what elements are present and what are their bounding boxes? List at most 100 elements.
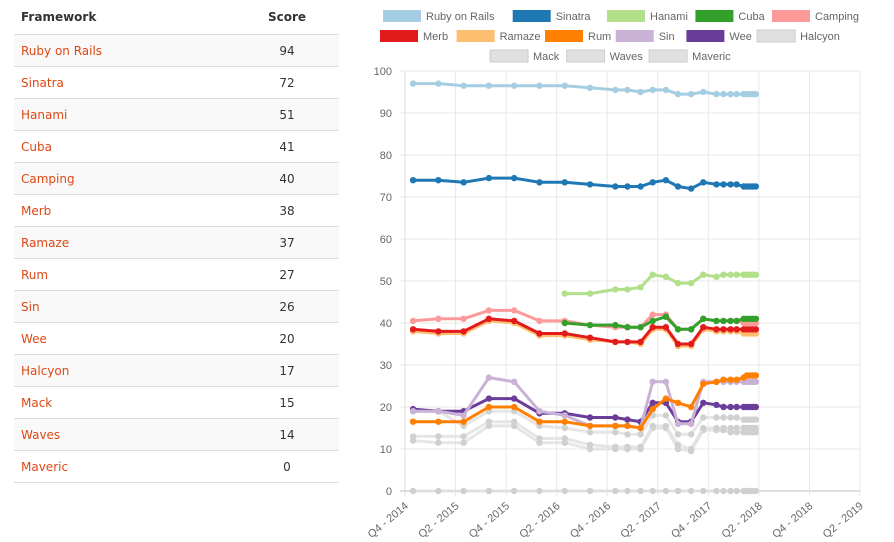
legend-label: Maveric — [692, 51, 731, 63]
legend-swatch — [489, 49, 529, 63]
table-row: Ramaze 37 — [14, 226, 339, 259]
data-point — [624, 416, 631, 423]
data-point — [637, 88, 644, 96]
series-sinatra — [409, 174, 760, 192]
legend-label: Cuba — [738, 11, 765, 23]
legend-swatch — [545, 30, 583, 42]
data-point — [687, 487, 695, 495]
legend-label: Sinatra — [556, 11, 592, 23]
y-tick-label: 90 — [380, 108, 392, 120]
data-point — [662, 378, 670, 385]
data-point — [612, 321, 619, 329]
data-point — [674, 487, 682, 495]
data-point — [649, 422, 656, 430]
legend-swatch — [512, 10, 551, 22]
data-point — [460, 179, 467, 186]
data-point — [674, 90, 682, 98]
data-point — [720, 317, 727, 325]
data-point — [733, 424, 740, 432]
data-point — [662, 412, 670, 419]
data-point — [687, 403, 695, 411]
data-point — [435, 177, 442, 184]
framework-link[interactable]: Wee — [14, 322, 235, 355]
framework-link[interactable]: Rum — [14, 258, 235, 291]
data-point — [649, 86, 656, 94]
data-point — [649, 317, 656, 325]
legend-swatch — [607, 10, 645, 22]
data-point — [727, 181, 734, 188]
data-point — [435, 315, 442, 322]
data-point — [700, 324, 707, 331]
table-row: Mack 15 — [14, 386, 339, 419]
series-maveric — [409, 487, 760, 495]
framework-link[interactable]: Camping — [14, 162, 235, 195]
data-point — [752, 326, 760, 333]
data-point — [586, 334, 594, 341]
legend-label: Ruby on Rails — [426, 11, 495, 23]
score-cell: 26 — [235, 290, 339, 323]
table-row: Hanami 51 — [14, 98, 339, 131]
framework-link[interactable]: Ruby on Rails — [14, 34, 235, 67]
data-point — [674, 183, 682, 190]
data-point — [409, 487, 417, 495]
score-cell: 51 — [235, 98, 339, 131]
data-point — [687, 326, 695, 333]
data-point — [485, 418, 493, 425]
data-point — [561, 290, 568, 297]
data-point — [409, 317, 417, 325]
data-point — [733, 317, 740, 325]
framework-score-table: Framework Score Ruby on Rails 94 Sinatra 72… — [14, 0, 339, 483]
data-point — [612, 487, 619, 495]
framework-link[interactable]: Cuba — [14, 130, 235, 163]
data-point — [727, 414, 734, 421]
data-point — [511, 378, 518, 385]
framework-link[interactable]: Halcyon — [14, 354, 235, 387]
data-point — [511, 307, 518, 314]
data-point — [485, 174, 493, 182]
data-point — [727, 376, 734, 383]
data-point — [624, 487, 631, 495]
data-point — [624, 443, 631, 451]
data-point — [733, 326, 740, 333]
data-point — [733, 90, 740, 98]
data-point — [733, 487, 740, 495]
data-point — [649, 311, 656, 318]
framework-link[interactable]: Sinatra — [14, 66, 235, 99]
framework-link[interactable]: Sin — [14, 290, 235, 323]
score-cell: 40 — [235, 162, 339, 195]
data-point — [720, 181, 727, 188]
data-point — [700, 271, 707, 278]
data-point — [561, 418, 568, 425]
framework-link[interactable]: Ramaze — [14, 226, 235, 259]
data-point — [460, 487, 467, 495]
score-column-header[interactable]: Score — [235, 0, 339, 35]
data-point — [752, 372, 760, 379]
data-point — [700, 380, 707, 388]
y-tick-label: 100 — [374, 66, 392, 78]
score-cell: 0 — [235, 450, 339, 483]
data-point — [700, 487, 707, 495]
legend-swatch — [648, 49, 688, 63]
data-point — [662, 313, 670, 320]
x-tick-label: Q2 - 2017 — [619, 500, 664, 541]
legend-label: Ramaze — [500, 31, 541, 43]
data-point — [561, 330, 568, 337]
data-point — [460, 439, 467, 446]
data-point — [435, 487, 442, 495]
data-point — [485, 374, 493, 381]
x-tick-label: Q2 - 2016 — [517, 500, 562, 541]
data-point — [586, 290, 594, 297]
data-point — [720, 271, 727, 278]
table-row: Wee 20 — [14, 322, 339, 355]
framework-link[interactable]: Merb — [14, 194, 235, 227]
table-row: Ruby on Rails 94 — [14, 34, 339, 67]
y-tick-label: 10 — [380, 444, 392, 456]
framework-link[interactable]: Hanami — [14, 98, 235, 131]
framework-link[interactable]: Maveric — [14, 450, 235, 483]
data-point — [460, 418, 467, 425]
framework-column-header[interactable]: Framework — [14, 0, 235, 35]
framework-link[interactable]: Mack — [14, 386, 235, 419]
legend-swatch — [456, 30, 495, 42]
framework-link[interactable]: Waves — [14, 418, 235, 451]
data-point — [561, 424, 568, 432]
